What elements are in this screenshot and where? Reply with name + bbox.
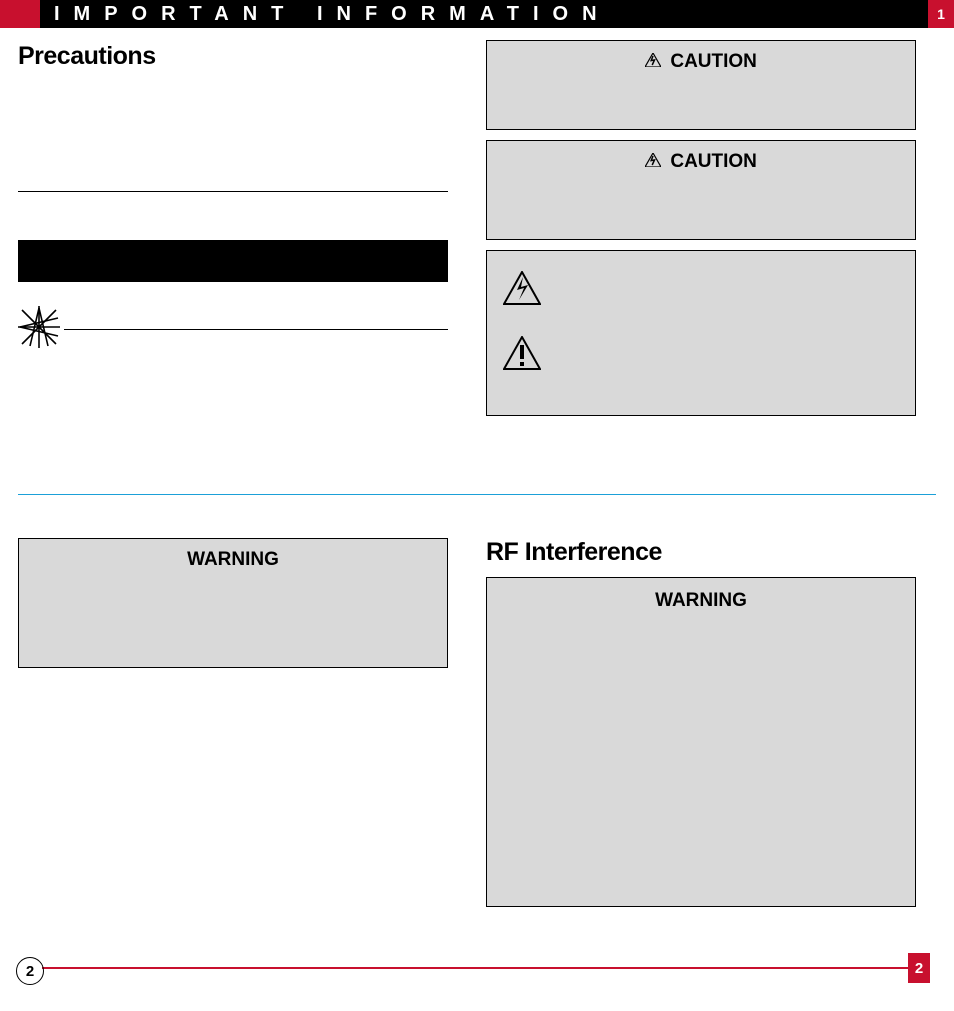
warning-box-left-title: WARNING [35,549,431,571]
caution-box-1-title-row: CAUTION [503,51,899,73]
rf-interference-heading: RF Interference [486,538,916,567]
exclamation-hazard-icon [503,357,541,374]
cyan-divider [18,494,936,495]
caution-box-1: CAUTION [486,40,916,130]
lower-content: WARNING RF Interference WARNING [0,508,954,907]
warning-box-right-title: WARNING [505,590,897,612]
header-black-bar: IMPORTANT INFORMATION [40,0,928,28]
black-block [18,240,448,282]
shock-hazard-icon [503,292,541,309]
precautions-heading: Precautions [18,42,448,71]
warning-box-left: WARNING [18,538,448,668]
footer-page-left: 2 [16,957,44,985]
footer-page-right: 2 [908,953,930,983]
exclamation-hazard-row [503,336,899,375]
header-title: IMPORTANT INFORMATION [54,3,611,26]
left-column: Precautions [18,36,448,426]
shock-hazard-row [503,271,899,310]
caution-box-2-title-row: CAUTION [503,151,899,173]
shock-hazard-icon [645,51,661,73]
laser-burst-icon [18,306,60,353]
lower-right-column: RF Interference WARNING [486,538,916,907]
caution-box-2: CAUTION [486,140,916,240]
lower-left-column: WARNING [18,538,448,907]
upper-content: Precautions [0,28,954,426]
warning-box-right: WARNING [486,577,916,907]
horizontal-rule [18,191,448,192]
horizontal-rule-2 [64,329,448,330]
header-bar: IMPORTANT INFORMATION 1 [0,0,954,28]
header-red-tab [0,0,40,28]
footer-rule [42,967,912,969]
caution-box-1-title: CAUTION [670,51,757,72]
right-column: CAUTION CAUTION [486,36,916,426]
caution-box-2-title: CAUTION [670,151,757,172]
laser-burst-row [18,306,448,353]
shock-hazard-icon [645,151,661,173]
symbol-explanation-box [486,250,916,416]
page-root: IMPORTANT INFORMATION 1 Precautions [0,0,954,1011]
header-page-number: 1 [928,0,954,28]
